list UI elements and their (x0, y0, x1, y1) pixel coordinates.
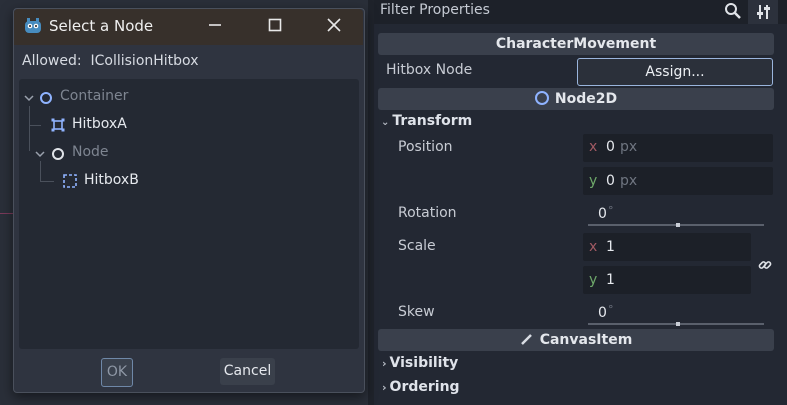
pencil-icon (520, 334, 532, 345)
scale-label: Scale (398, 238, 436, 254)
hitbox-area-icon (51, 118, 65, 132)
cancel-button[interactable]: Cancel (220, 358, 275, 385)
search-icon[interactable] (724, 2, 742, 20)
transform-label: Transform (392, 113, 473, 129)
visibility-group-header[interactable]: › Visibility (382, 355, 458, 371)
position-y-unit: px (620, 173, 638, 189)
visibility-label: Visibility (389, 355, 459, 371)
position-x-axis: x (589, 139, 598, 155)
rotation-unit: ° (608, 204, 614, 217)
position-y-axis: y (589, 173, 598, 189)
ok-button[interactable]: OK (101, 358, 133, 387)
rotation-label: Rotation (398, 205, 457, 221)
ordering-group-header[interactable]: › Ordering (382, 379, 460, 395)
dialog-title: Select a Node (49, 17, 154, 35)
skew-label: Skew (398, 304, 435, 320)
tools-button[interactable] (748, 0, 778, 24)
node-tree (19, 79, 359, 349)
position-label: Position (398, 139, 453, 155)
scale-x-value[interactable]: 1 (606, 239, 615, 255)
chevron-right-icon: › (382, 357, 387, 370)
godot-logo-icon (25, 18, 41, 33)
maximize-icon[interactable] (268, 18, 282, 32)
scale-y-value[interactable]: 1 (606, 272, 615, 288)
skew-slider-handle[interactable] (676, 322, 680, 326)
position-x-value[interactable]: 0 (606, 139, 615, 155)
tree-guide-line (40, 161, 41, 181)
tree-guide-line (29, 106, 30, 151)
allowed-types-text: Allowed: ICollisionHitbox (22, 53, 198, 69)
tree-item-label: Container (60, 88, 129, 104)
scale-y-axis: y (589, 272, 598, 288)
section-character-movement[interactable]: CharacterMovement (378, 33, 774, 55)
canvas-item-label: CanvasItem (539, 332, 633, 348)
node2d-icon (534, 91, 549, 105)
container-node-icon (40, 92, 52, 104)
section-canvas-item[interactable]: CanvasItem (378, 329, 774, 351)
rotation-value[interactable]: 0 (598, 206, 607, 222)
hitbox-shape-icon (63, 174, 77, 188)
tree-item-label[interactable]: HitboxA (72, 116, 127, 132)
tree-guide-line (40, 181, 54, 182)
position-x-unit: px (620, 139, 638, 155)
node2d-label: Node2D (554, 91, 618, 107)
skew-unit: ° (608, 303, 614, 316)
chevron-down-icon: ⌄ (381, 117, 390, 128)
tree-item-label[interactable]: HitboxB (84, 172, 139, 188)
link-icon[interactable] (757, 257, 773, 273)
filter-properties-input[interactable]: Filter Properties (380, 2, 490, 18)
viewport-guide-line (0, 213, 14, 214)
tree-guide-line (29, 125, 41, 126)
section-node2d[interactable]: Node2D (378, 88, 774, 110)
scale-x-axis: x (589, 239, 598, 255)
transform-group-header[interactable]: ⌄ Transform (381, 113, 472, 129)
tree-item-label: Node (72, 144, 109, 160)
minimize-icon[interactable] (208, 18, 222, 32)
allowed-label: Allowed: (22, 53, 82, 69)
node-icon (52, 148, 64, 160)
ordering-label: Ordering (389, 379, 460, 395)
rotation-slider-handle[interactable] (676, 223, 680, 227)
chevron-down-icon[interactable] (35, 149, 45, 159)
tools-icon (757, 5, 770, 19)
chevron-down-icon[interactable] (24, 93, 34, 103)
position-y-value[interactable]: 0 (606, 173, 615, 189)
hitbox-node-label: Hitbox Node (386, 62, 473, 78)
chevron-right-icon: › (382, 381, 387, 394)
close-icon[interactable] (327, 18, 341, 32)
skew-value[interactable]: 0 (598, 305, 607, 321)
allowed-value: ICollisionHitbox (90, 53, 199, 69)
assign-button[interactable]: Assign... (577, 58, 773, 86)
